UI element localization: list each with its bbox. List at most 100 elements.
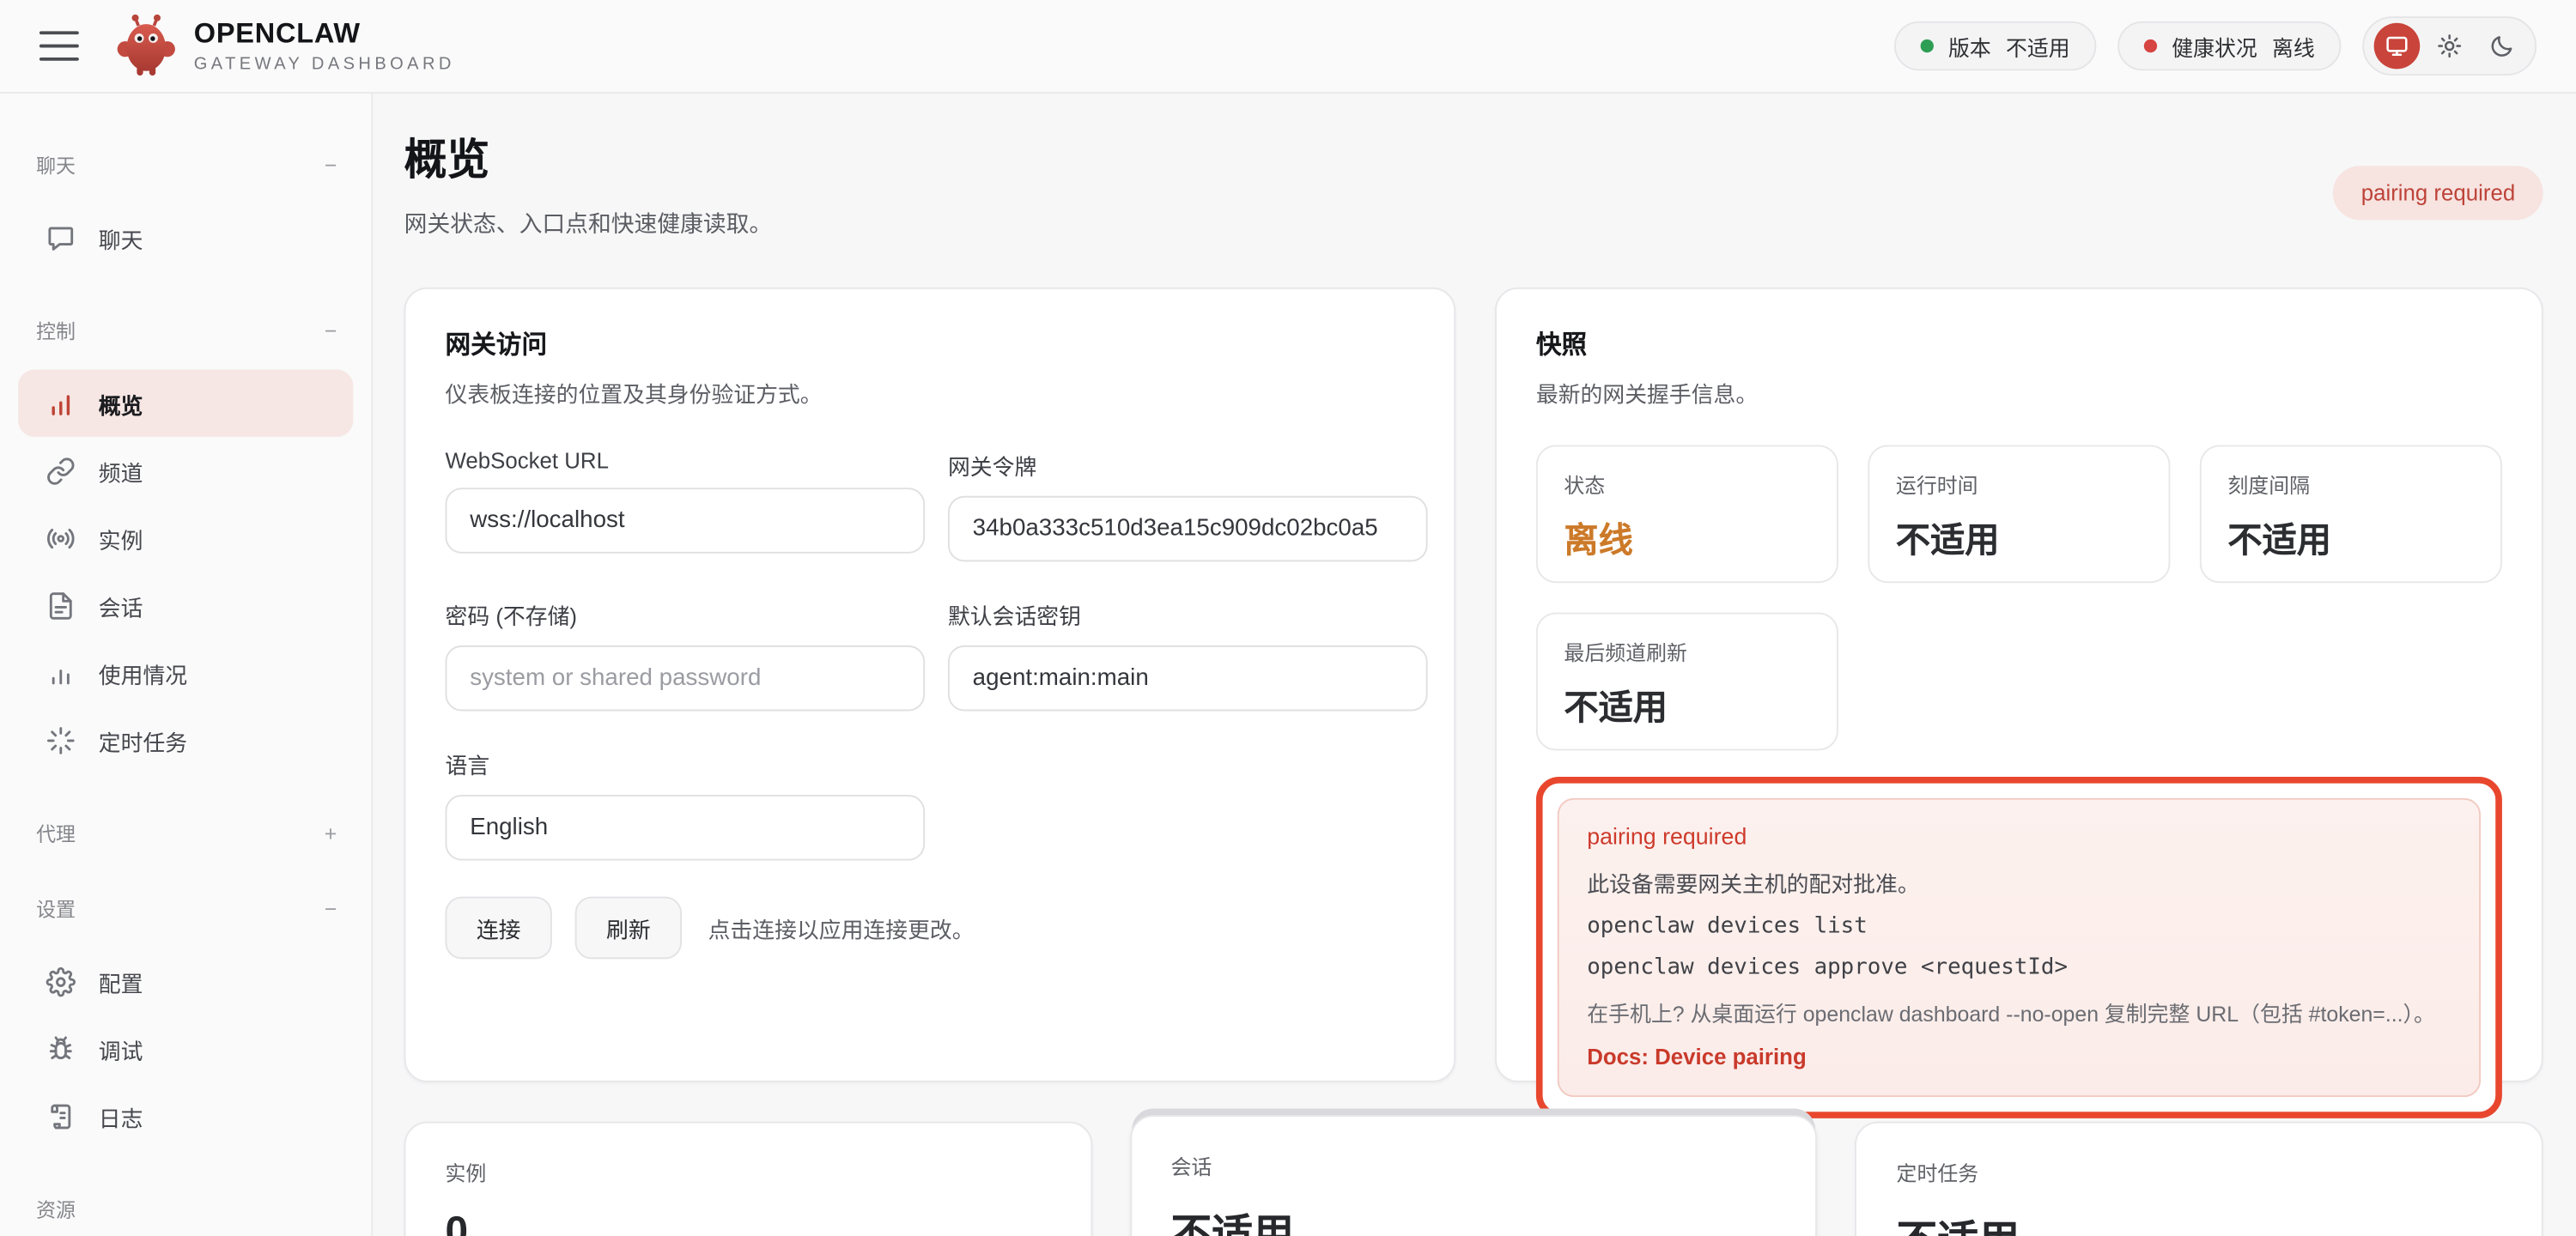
- spinner-icon: [46, 725, 76, 754]
- theme-light-button[interactable]: [2427, 23, 2473, 70]
- connect-button[interactable]: 连接: [445, 897, 551, 960]
- session-key-input[interactable]: [948, 645, 1428, 712]
- sidebar-item-channels[interactable]: 频道: [18, 437, 353, 504]
- page-title: 概览: [404, 126, 2543, 187]
- section-toggle-agents[interactable]: +: [325, 821, 337, 845]
- crab-logo-icon: [115, 13, 178, 79]
- connect-helper-text: 点击连接以应用连接更改。: [708, 912, 975, 944]
- moon-icon: [2489, 33, 2516, 59]
- status-tile: 状态 离线: [1536, 445, 1838, 583]
- sidebar-item-label: 定时任务: [99, 724, 187, 756]
- language-select[interactable]: [445, 795, 925, 861]
- ws-url-input[interactable]: [445, 488, 925, 554]
- monitor-icon: [2384, 33, 2410, 59]
- snapshot-card-subtitle: 最新的网关握手信息。: [1536, 376, 2502, 409]
- sidebar-item-label: 频道: [99, 454, 143, 487]
- section-label-control: 控制: [36, 316, 76, 344]
- sidebar-section-resources: 资源: [18, 1192, 353, 1225]
- tile-label: 刻度间隔: [2227, 468, 2474, 499]
- sidebar: 聊天 − 聊天 控制 −: [0, 94, 373, 1236]
- sidebar-section-control: 控制 − 概览: [18, 313, 353, 773]
- snapshot-card-title: 快照: [1536, 325, 2502, 361]
- sidebar-item-label: 配置: [99, 965, 143, 997]
- stat-value: 不适用: [1171, 1203, 1777, 1236]
- sidebar-item-usage[interactable]: 使用情况: [18, 639, 353, 706]
- sidebar-item-label: 聊天: [99, 221, 143, 253]
- session-key-label: 默认会话密钥: [948, 597, 1428, 630]
- bar-chart-icon: [46, 388, 76, 417]
- app-canvas: OPENCLAW GATEWAY DASHBOARD 版本 不适用 健康状况 离…: [0, 0, 2576, 1236]
- gateway-card-subtitle: 仪表板连接的位置及其身份验证方式。: [445, 376, 1414, 409]
- password-label: 密码 (不存储): [445, 597, 925, 630]
- tile-label: 最后频道刷新: [1564, 635, 1810, 666]
- snapshot-card: 快照 最新的网关握手信息。 状态 离线 运行时间 不适用 刻度间隔: [1495, 288, 2543, 1082]
- tile-label: 状态: [1564, 468, 1810, 499]
- tile-label: 运行时间: [1896, 468, 2142, 499]
- section-label-settings: 设置: [36, 894, 76, 923]
- sessions-stat-card: 会话 不适用: [1130, 1115, 1818, 1236]
- sun-icon: [2436, 33, 2463, 59]
- pairing-alert-description: 此设备需要网关主机的配对批准。: [1587, 865, 2451, 898]
- main-content: 概览 网关状态、入口点和快速健康读取。 pairing required 网关访…: [373, 94, 2576, 1236]
- sidebar-item-cron[interactable]: 定时任务: [18, 706, 353, 773]
- sidebar-item-config[interactable]: 配置: [18, 948, 353, 1015]
- theme-switcher: [2362, 16, 2537, 76]
- refresh-button[interactable]: 刷新: [575, 897, 682, 960]
- app-title: OPENCLAW: [194, 18, 455, 51]
- tile-value-offline: 离线: [1564, 514, 1810, 563]
- section-label-resources: 资源: [36, 1195, 76, 1223]
- top-header: OPENCLAW GATEWAY DASHBOARD 版本 不适用 健康状况 离…: [0, 0, 2576, 94]
- stat-value: 不适用: [1897, 1209, 2502, 1236]
- ws-url-label: WebSocket URL: [445, 448, 925, 473]
- sidebar-section-settings: 设置 − 配置: [18, 892, 353, 1149]
- password-input[interactable]: [445, 645, 925, 712]
- gear-icon: [46, 966, 76, 996]
- last-channel-refresh-tile: 最后频道刷新 不适用: [1536, 613, 1838, 751]
- sidebar-item-label: 使用情况: [99, 656, 187, 688]
- health-status-dot: [2144, 39, 2157, 52]
- sidebar-item-overview[interactable]: 概览: [18, 369, 353, 436]
- sidebar-item-debug[interactable]: 调试: [18, 1015, 353, 1082]
- docs-device-pairing-link[interactable]: Docs: Device pairing: [1587, 1045, 1807, 1069]
- section-label-chat: 聊天: [36, 150, 76, 179]
- sidebar-item-logs[interactable]: 日志: [18, 1082, 353, 1149]
- version-badge-label: 版本: [1948, 30, 1991, 61]
- version-badge: 版本 不适用: [1894, 21, 2096, 70]
- sidebar-item-instances[interactable]: 实例: [18, 504, 353, 571]
- chat-bubble-icon: [46, 222, 76, 251]
- pairing-alert: pairing required 此设备需要网关主机的配对批准。 opencla…: [1536, 777, 2502, 1118]
- health-badge-label: 健康状况: [2172, 30, 2257, 61]
- hamburger-menu-icon[interactable]: [39, 31, 79, 60]
- tick-interval-tile: 刻度间隔 不适用: [2200, 445, 2502, 583]
- section-toggle-control[interactable]: −: [325, 318, 337, 342]
- sidebar-item-label: 日志: [99, 1100, 143, 1132]
- scroll-icon: [46, 1101, 76, 1130]
- health-badge-value: 离线: [2272, 30, 2315, 61]
- theme-dark-button[interactable]: [2479, 23, 2525, 70]
- gateway-token-input[interactable]: [948, 496, 1428, 562]
- app-subtitle: GATEWAY DASHBOARD: [194, 54, 455, 74]
- bug-icon: [46, 1033, 76, 1063]
- sidebar-item-label: 会话: [99, 589, 143, 621]
- pairing-alert-note: 在手机上? 从桌面运行 openclaw dashboard --no-open…: [1587, 997, 2451, 1027]
- tile-value: 不适用: [2227, 514, 2474, 563]
- gateway-card-title: 网关访问: [445, 325, 1414, 361]
- cron-stat-card: 定时任务 不适用: [1856, 1122, 2543, 1236]
- tile-value: 不适用: [1896, 514, 2142, 563]
- cli-command-list: openclaw devices list: [1587, 913, 2451, 940]
- stat-label: 定时任务: [1897, 1156, 2502, 1187]
- sidebar-item-label: 概览: [99, 387, 143, 420]
- pairing-alert-title: pairing required: [1587, 823, 2451, 850]
- sidebar-item-sessions[interactable]: 会话: [18, 572, 353, 639]
- theme-system-button[interactable]: [2374, 23, 2421, 70]
- sidebar-item-label: 实例: [99, 521, 143, 554]
- stat-value: 0: [445, 1209, 1050, 1236]
- sidebar-section-chat: 聊天 − 聊天: [18, 148, 353, 270]
- page-subtitle: 网关状态、入口点和快速健康读取。: [404, 207, 2543, 239]
- section-toggle-settings[interactable]: −: [325, 896, 337, 921]
- cli-command-approve: openclaw devices approve <requestId>: [1587, 954, 2451, 981]
- version-badge-value: 不适用: [2006, 30, 2070, 61]
- section-toggle-chat[interactable]: −: [325, 152, 337, 177]
- stat-label: 实例: [445, 1156, 1050, 1187]
- sidebar-item-chat[interactable]: 聊天: [18, 203, 353, 270]
